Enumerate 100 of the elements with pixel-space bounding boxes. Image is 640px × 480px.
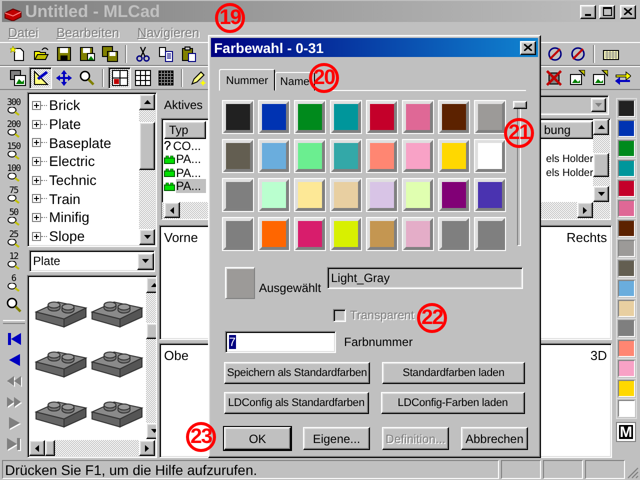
close-button[interactable] <box>520 40 536 54</box>
table-cell[interactable]: PA... <box>176 166 206 180</box>
paste-icon[interactable] <box>180 46 196 62</box>
scroll-up-button[interactable] <box>593 119 609 135</box>
floppy-picture-icon[interactable] <box>78 46 94 62</box>
picture-arrow-icon[interactable] <box>568 70 584 86</box>
grid-icon[interactable] <box>158 70 174 86</box>
magnifier-icon[interactable] <box>78 70 94 86</box>
tab[interactable]: Nummer <box>219 69 276 91</box>
floppy-stack-icon[interactable] <box>102 46 118 62</box>
new-document-icon[interactable] <box>10 46 26 62</box>
picture-arrow-icon[interactable] <box>592 70 608 86</box>
color-swatch[interactable] <box>618 340 634 357</box>
swap-arrows-icon[interactable] <box>614 70 630 86</box>
scroll-up-button[interactable] <box>139 94 155 110</box>
color-swatch[interactable] <box>618 140 634 157</box>
color-number-field[interactable]: 7 <box>225 331 336 353</box>
color-swatch[interactable] <box>618 120 634 137</box>
scroll-down-button[interactable] <box>139 229 155 245</box>
color-swatch[interactable] <box>618 320 634 337</box>
expand-icon[interactable] <box>32 100 41 110</box>
scroll-thumb[interactable] <box>139 122 155 170</box>
tree-item[interactable]: Train <box>49 190 80 207</box>
expand-icon[interactable] <box>32 176 41 185</box>
circle-slash-icon[interactable] <box>570 46 586 62</box>
scroll-right-button[interactable] <box>577 202 593 218</box>
grid-icon[interactable] <box>134 70 150 86</box>
color-swatch[interactable] <box>618 300 634 317</box>
zoom-button[interactable]: 75 <box>2 184 26 206</box>
zoom-button[interactable]: 200 <box>2 118 26 140</box>
scroll-left-button[interactable] <box>164 202 180 218</box>
dropdown-button[interactable] <box>591 98 606 112</box>
zoom-button[interactable]: 6 <box>2 272 26 294</box>
scroll-left-button[interactable] <box>29 440 45 456</box>
table-cell[interactable]: PA... <box>176 152 206 166</box>
table-cell[interactable]: CO... <box>173 138 203 153</box>
tree-item[interactable]: Brick <box>49 97 80 114</box>
dialog-button[interactable]: LDConfig-Farben laden <box>380 392 525 414</box>
expand-icon[interactable] <box>32 156 41 166</box>
zoom-button[interactable]: 100 <box>2 162 26 184</box>
color-swatch[interactable] <box>618 360 634 377</box>
crossed-figure-icon[interactable] <box>546 70 562 86</box>
tree-item[interactable]: Technic <box>49 172 96 188</box>
zoom-button[interactable]: 300 <box>2 96 26 118</box>
dialog-button[interactable]: Speichern als Standardfarben <box>224 362 370 384</box>
zoom-button[interactable]: 150 <box>2 140 26 162</box>
tab[interactable]: Name <box>275 72 315 91</box>
color-swatch[interactable] <box>618 280 634 297</box>
pencil-icon[interactable] <box>190 70 206 86</box>
category-dropdown[interactable]: Plate <box>29 250 155 272</box>
color-swatch[interactable] <box>618 200 634 217</box>
dialog-button[interactable]: Eigene... <box>303 427 370 450</box>
color-swatch[interactable] <box>618 260 634 277</box>
dialog-button[interactable]: Abbrechen <box>461 427 528 450</box>
color-swatch[interactable] <box>618 400 634 417</box>
move-arrows-icon[interactable] <box>56 70 72 86</box>
copy-icon[interactable] <box>158 46 174 62</box>
scroll-down-button[interactable] <box>593 186 609 202</box>
color-swatch[interactable] <box>618 180 634 197</box>
table-cell[interactable]: PA... <box>176 179 206 194</box>
expand-icon[interactable] <box>32 138 41 148</box>
scroll-right-button[interactable] <box>139 440 155 456</box>
zoom-button[interactable]: 50 <box>2 206 26 228</box>
color-swatch[interactable] <box>618 160 634 177</box>
scroll-thumb[interactable] <box>513 101 527 109</box>
maximize-button[interactable] <box>599 4 615 18</box>
scissors-icon[interactable] <box>134 46 150 62</box>
scroll-thumb[interactable] <box>45 440 55 456</box>
expand-icon[interactable] <box>32 232 41 241</box>
magnifier-icon[interactable] <box>6 297 22 313</box>
dialog-button[interactable]: Standardfarben laden <box>382 362 525 384</box>
tree-item[interactable]: Minifig <box>49 209 90 226</box>
dialog-button[interactable]: OK <box>224 427 291 450</box>
zoom-button[interactable]: 12 <box>2 250 26 272</box>
dropdown-button[interactable] <box>137 252 154 270</box>
close-button[interactable] <box>620 4 636 18</box>
palette-button[interactable]: M <box>617 423 635 441</box>
minimize-button[interactable] <box>580 4 596 18</box>
column-header[interactable]: Typ <box>164 121 206 139</box>
tree-item[interactable]: Slope <box>49 228 85 244</box>
color-swatch[interactable] <box>618 380 634 397</box>
tree-item[interactable]: Plate <box>49 116 81 132</box>
color-swatch[interactable] <box>618 240 634 257</box>
model-dropdown[interactable] <box>539 95 609 115</box>
color-swatch[interactable] <box>618 220 634 237</box>
expand-icon[interactable] <box>32 212 41 222</box>
pictures-icon[interactable] <box>10 70 26 86</box>
skip-first-icon[interactable] <box>6 330 22 346</box>
expand-icon[interactable] <box>32 120 41 129</box>
tree-item[interactable]: Baseplate <box>49 134 112 151</box>
zoom-button[interactable]: 25 <box>2 228 26 250</box>
tree-item[interactable]: Electric <box>49 153 95 170</box>
column-header[interactable]: bung <box>539 121 593 139</box>
ruler-pencil-icon[interactable] <box>32 70 48 86</box>
open-folder-icon[interactable] <box>32 46 48 62</box>
circle-slash-icon[interactable] <box>546 46 562 62</box>
expand-icon[interactable] <box>32 194 41 204</box>
dialog-button[interactable]: LDConfig als Standardfarben <box>224 392 368 414</box>
scroll-thumb[interactable] <box>593 153 609 177</box>
color-swatch[interactable] <box>618 100 634 117</box>
